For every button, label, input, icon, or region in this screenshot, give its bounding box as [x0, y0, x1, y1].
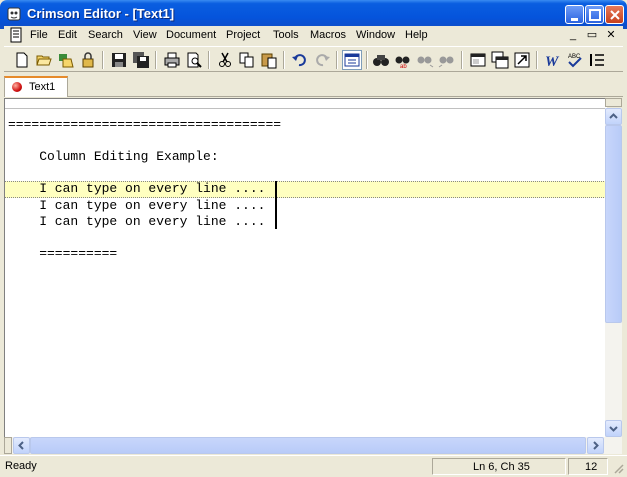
mdi-minimize-button[interactable]: _ [565, 28, 581, 42]
editor-line-4[interactable] [5, 165, 607, 181]
copy-icon[interactable] [238, 51, 256, 69]
editor-current-line[interactable]: I can type on every line .... [5, 181, 607, 198]
scroll-right-button[interactable] [587, 437, 604, 454]
goto-icon[interactable] [513, 51, 531, 69]
title-bar[interactable]: Crimson Editor - [Text1] [0, 0, 627, 29]
menu-file[interactable]: File [30, 29, 48, 41]
editor-line-2[interactable] [5, 133, 607, 149]
new-file-icon[interactable] [13, 51, 31, 69]
editor-line-7[interactable]: I can type on every line .... [5, 214, 607, 230]
document-tab-strip: Text1 [4, 73, 623, 97]
menu-edit[interactable]: Edit [58, 29, 77, 41]
menu-window[interactable]: Window [356, 29, 395, 41]
menu-macros[interactable]: Macros [310, 29, 346, 41]
toolbar-separator [283, 51, 285, 69]
horizontal-splitter[interactable] [4, 437, 12, 454]
tab-text1[interactable]: Text1 [4, 76, 68, 97]
scroll-down-button[interactable] [605, 420, 622, 437]
print-icon[interactable] [163, 51, 181, 69]
editor-line-3[interactable]: Column Editing Example: [5, 149, 607, 165]
maximize-button[interactable] [585, 5, 604, 24]
status-pane-column: 12 [568, 458, 608, 475]
menu-help[interactable]: Help [405, 29, 428, 41]
menu-bar: File Edit Search View Document Project T… [4, 26, 623, 45]
toolbar-separator [336, 51, 338, 69]
vertical-scrollbar[interactable] [605, 108, 622, 437]
window-title: Crimson Editor - [Text1] [27, 6, 175, 21]
find-next-icon[interactable] [416, 51, 434, 69]
toolbar-separator [366, 51, 368, 69]
word-wrap-icon[interactable]: W [544, 51, 562, 70]
text-editor[interactable]: =================================== Colu… [4, 98, 607, 437]
mdi-close-button[interactable]: ✕ [603, 28, 619, 42]
open-remote-icon[interactable] [57, 51, 75, 69]
mdi-restore-button[interactable]: ▭ [584, 28, 600, 42]
toolbar: ab W ABC [4, 46, 623, 72]
horizontal-scrollbar[interactable] [4, 437, 622, 454]
windows-icon[interactable] [491, 51, 509, 69]
crimson-editor-app-icon[interactable] [6, 6, 22, 22]
window-icon[interactable] [469, 51, 487, 69]
toolbar-separator [155, 51, 157, 69]
column-mode-icon[interactable] [342, 50, 362, 70]
modified-indicator-icon [12, 82, 22, 92]
save-all-icon[interactable] [132, 51, 150, 69]
svg-text:W: W [545, 54, 560, 69]
editor-line-8[interactable] [5, 230, 607, 246]
lock-icon[interactable] [79, 51, 97, 69]
svg-text:ab: ab [400, 64, 407, 69]
cursor-position: Ln 6, Ch 35 [432, 458, 566, 475]
editor-top-margin [5, 99, 607, 109]
mdi-controls: _ ▭ ✕ [565, 28, 621, 43]
toolbar-separator [208, 51, 210, 69]
minimize-button[interactable] [565, 5, 584, 24]
open-folder-icon[interactable] [35, 51, 53, 69]
menu-project[interactable]: Project [226, 29, 260, 41]
vertical-splitter[interactable] [605, 98, 622, 107]
undo-icon[interactable] [291, 51, 309, 69]
menu-search[interactable]: Search [88, 29, 123, 41]
redo-icon[interactable] [313, 51, 331, 69]
editor-line-1[interactable]: =================================== [5, 117, 607, 133]
spell-check-icon[interactable]: ABC [566, 51, 584, 69]
status-bar: Ready Ln 6, Ch 35 12 [0, 455, 627, 477]
close-button[interactable] [605, 5, 624, 24]
vertical-scroll-thumb[interactable] [605, 125, 622, 323]
find-icon[interactable] [372, 51, 390, 69]
menu-tools[interactable]: Tools [273, 29, 299, 41]
column-selection-cursor [275, 181, 277, 229]
toolbar-separator [461, 51, 463, 69]
find-prev-icon[interactable] [438, 51, 456, 69]
cut-icon[interactable] [216, 51, 234, 69]
paste-icon[interactable] [260, 51, 278, 69]
menu-document[interactable]: Document [166, 29, 216, 41]
status-text: Ready [5, 460, 37, 472]
scroll-left-button[interactable] [13, 437, 30, 454]
resize-grip-icon[interactable] [612, 462, 624, 474]
print-preview-icon[interactable] [185, 51, 203, 69]
save-icon[interactable] [110, 51, 128, 69]
editor-line-9[interactable]: ========== [5, 246, 607, 262]
editor-line-6[interactable]: I can type on every line .... [5, 198, 607, 214]
replace-icon[interactable]: ab [394, 51, 412, 70]
menu-view[interactable]: View [133, 29, 157, 41]
tab-label: Text1 [29, 81, 56, 93]
horizontal-scroll-thumb[interactable] [30, 437, 586, 454]
line-numbers-icon[interactable] [588, 51, 606, 69]
scroll-up-button[interactable] [605, 108, 622, 125]
document-icon[interactable] [8, 27, 24, 43]
toolbar-separator [102, 51, 104, 69]
toolbar-separator [536, 51, 538, 69]
